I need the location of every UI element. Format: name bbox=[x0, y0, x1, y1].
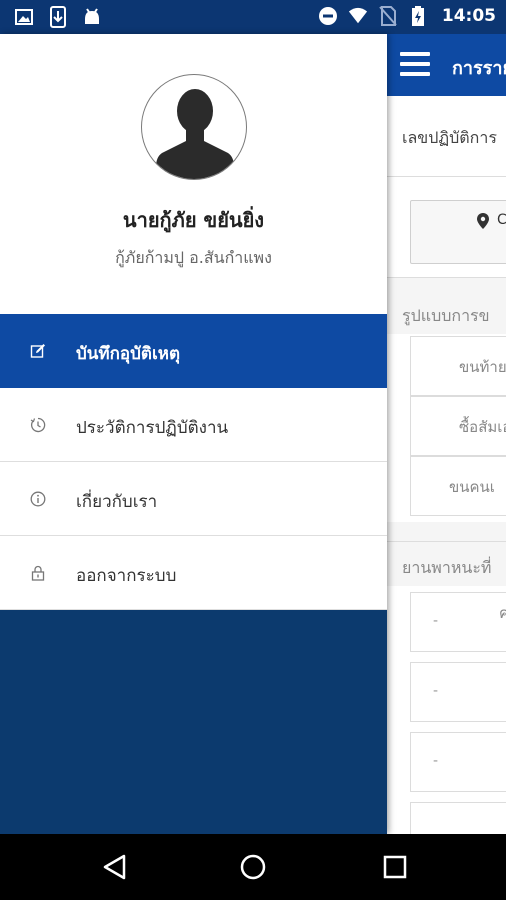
menu-item-label: เกี่ยวกับเรา bbox=[76, 492, 158, 512]
vehicle-row-1-label: คน bbox=[499, 604, 506, 622]
field-label-operation-no: เลขปฏิบัติการ bbox=[402, 128, 497, 147]
vehicle-row-3-value: - bbox=[433, 753, 439, 769]
section-label-vehicle: ยานพาหนะที่ bbox=[402, 558, 492, 577]
image-icon bbox=[15, 9, 33, 25]
vehicle-row-1-value: - bbox=[433, 613, 439, 629]
menu-item-record-accident[interactable]: บันทึกอุบัติเหตุ bbox=[0, 314, 387, 388]
option-1[interactable]: ขนท้าย bbox=[410, 336, 506, 396]
download-icon bbox=[50, 6, 66, 28]
wifi-icon bbox=[348, 7, 367, 24]
system-nav-bar bbox=[0, 834, 506, 900]
drawer-menu: บันทึกอุบัติเหตุ ประวัติการปฏิบัติงาน เก… bbox=[0, 314, 387, 610]
no-sim-icon bbox=[379, 6, 397, 26]
option-1-label: ขนท้าย bbox=[459, 358, 506, 376]
do-not-disturb-icon bbox=[318, 7, 337, 25]
menu-item-label: ออกจากระบบ bbox=[76, 566, 177, 586]
divider bbox=[386, 277, 506, 278]
menu-icon[interactable] bbox=[400, 52, 430, 76]
user-subtitle: กู้ภัยก้ามปู อ.สันกำแพง bbox=[115, 248, 272, 267]
option-3[interactable]: ขนคนเ bbox=[410, 456, 506, 516]
drawer-header: นายกู้ภัย ขยันยิ่ง กู้ภัยก้ามปู อ.สันกำแ… bbox=[0, 34, 387, 314]
menu-item-label: บันทึกอุบัติเหตุ bbox=[76, 344, 181, 364]
menu-item-label: ประวัติการปฏิบัติงาน bbox=[76, 418, 229, 438]
battery-charging-icon bbox=[411, 6, 424, 26]
location-pin-icon bbox=[477, 213, 489, 229]
avatar bbox=[141, 74, 247, 180]
menu-item-logout[interactable]: ออกจากระบบ bbox=[0, 536, 387, 610]
navigation-drawer: นายกู้ภัย ขยันยิ่ง กู้ภัยก้ามปู อ.สันกำแ… bbox=[0, 34, 387, 834]
option-2-label: ซื้อสัมเอ bbox=[459, 418, 506, 436]
recents-icon[interactable] bbox=[380, 852, 410, 882]
option-2[interactable]: ซื้อสัมเอ bbox=[410, 396, 506, 456]
edit-icon bbox=[30, 344, 45, 358]
location-button[interactable]: C bbox=[410, 200, 506, 264]
status-bar: 14:05 bbox=[0, 0, 506, 34]
status-time: 14:05 bbox=[441, 6, 496, 26]
option-3-label: ขนคนเ bbox=[449, 478, 495, 496]
user-silhouette-icon bbox=[156, 89, 234, 179]
form-area: เลขปฏิบัติการ C รูปแบบการข ขนท้าย ซื้อสั… bbox=[386, 96, 506, 834]
location-hint: C bbox=[497, 212, 506, 228]
vehicle-row-2[interactable]: - รถ bbox=[410, 662, 506, 722]
menu-item-history[interactable]: ประวัติการปฏิบัติงาน bbox=[0, 388, 387, 462]
vehicle-row-4[interactable]: ร bbox=[410, 802, 506, 834]
section-label-type: รูปแบบการข bbox=[402, 306, 490, 325]
info-icon bbox=[30, 491, 46, 507]
user-name: นายกู้ภัย ขยันยิ่ง bbox=[122, 208, 265, 232]
back-icon[interactable] bbox=[100, 852, 130, 882]
vehicle-row-3[interactable]: - รถ bbox=[410, 732, 506, 792]
home-icon[interactable] bbox=[238, 852, 268, 882]
divider bbox=[386, 541, 506, 542]
android-icon bbox=[85, 8, 99, 24]
vehicle-row-2-value: - bbox=[433, 683, 439, 699]
lock-icon bbox=[31, 565, 45, 581]
history-icon bbox=[30, 417, 46, 433]
app-title: การราย bbox=[452, 58, 506, 79]
vehicle-row-1[interactable]: - คน bbox=[410, 592, 506, 652]
menu-item-about[interactable]: เกี่ยวกับเรา bbox=[0, 462, 387, 536]
